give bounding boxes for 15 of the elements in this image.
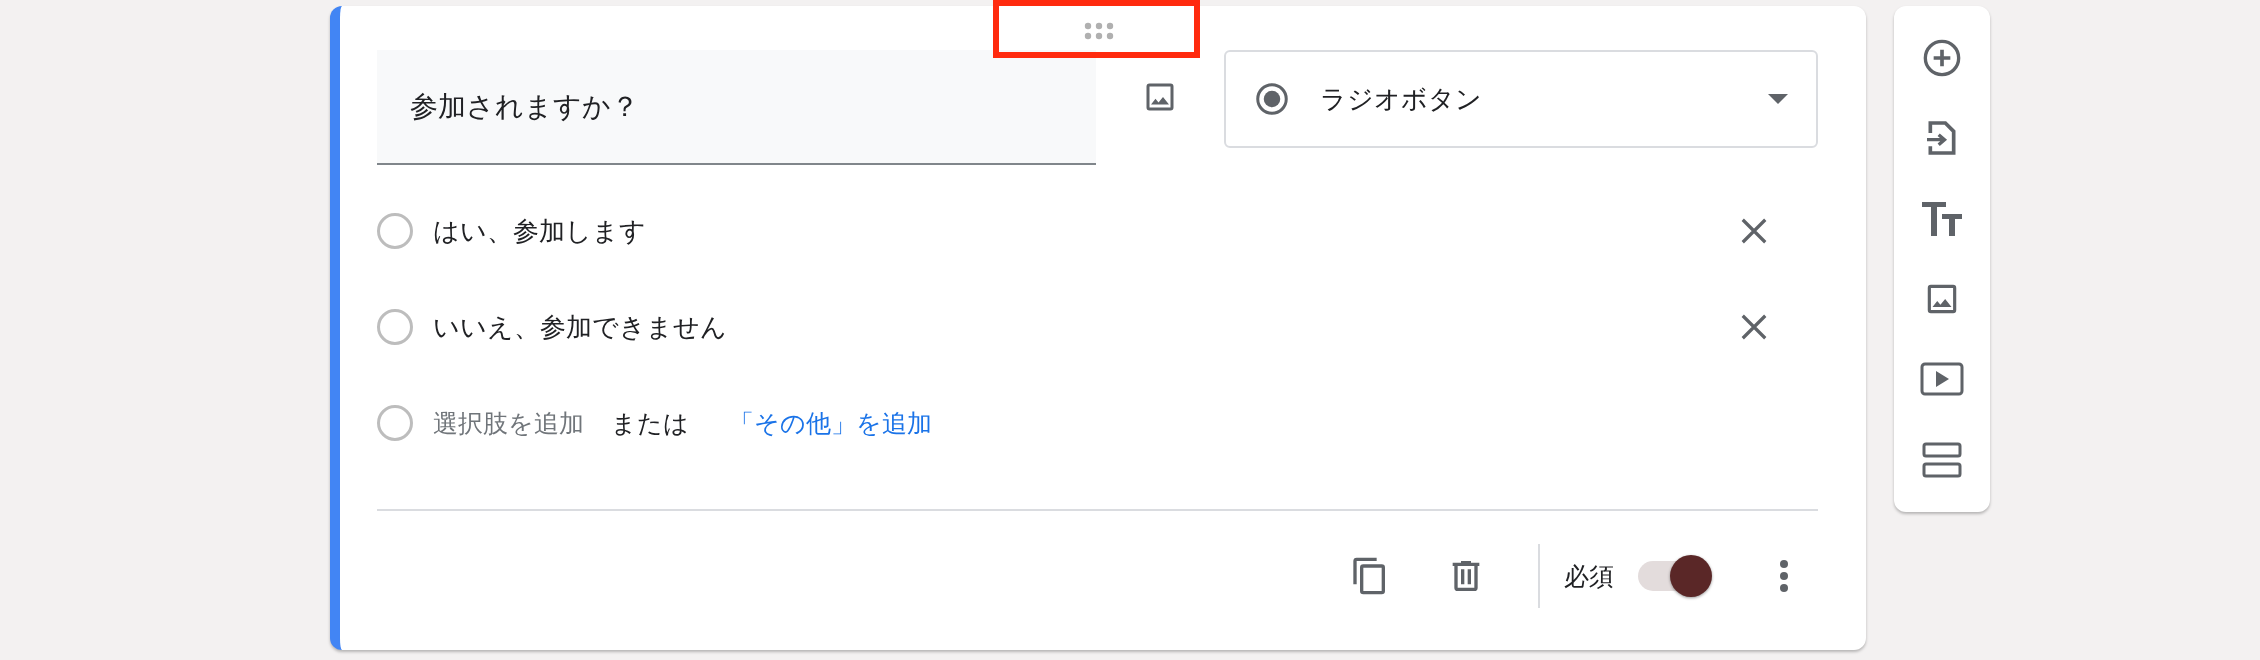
- required-label: 必須: [1564, 560, 1614, 592]
- option-text: いいえ、参加できません: [433, 310, 728, 344]
- radio-circle: [377, 405, 413, 441]
- option-text: はい、参加します: [433, 214, 647, 248]
- radio-button-icon: [1254, 81, 1290, 117]
- toggle-thumb[interactable]: [1670, 555, 1712, 597]
- radio-circle[interactable]: [377, 213, 413, 249]
- question-type-dropdown[interactable]: ラジオボタン: [1224, 50, 1818, 148]
- add-other-link[interactable]: 「その他」を追加: [729, 406, 932, 440]
- drag-handle-icon[interactable]: [1084, 22, 1114, 40]
- radio-circle[interactable]: [377, 309, 413, 345]
- question-field[interactable]: 参加されますか？: [377, 50, 1096, 165]
- caret-icon: [1768, 94, 1788, 104]
- or-text: または: [611, 407, 689, 439]
- required-toggle[interactable]: [1638, 555, 1712, 597]
